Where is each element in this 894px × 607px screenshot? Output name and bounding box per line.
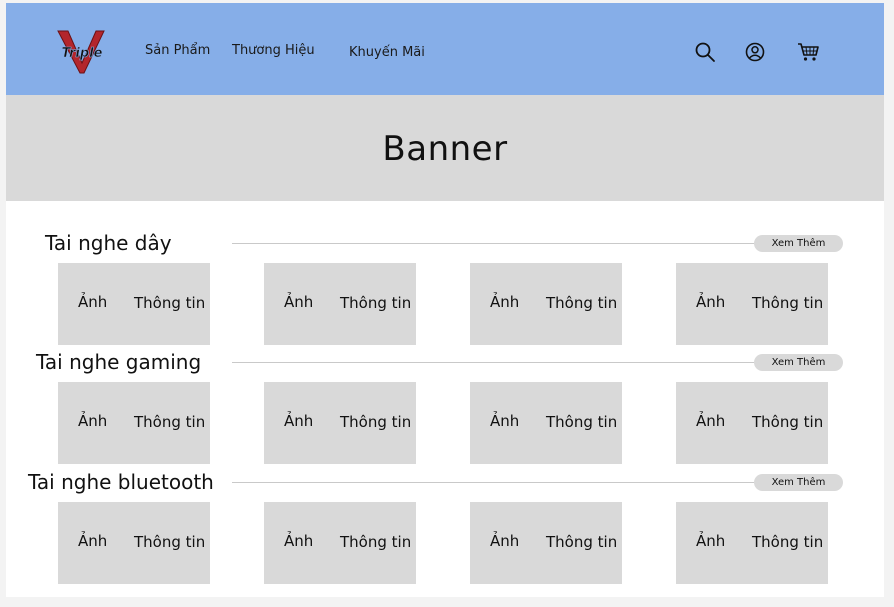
card-info-label: Thông tin — [546, 294, 618, 312]
see-more-button[interactable]: Xem Thêm — [754, 235, 843, 252]
nav-item-promotions[interactable]: Khuyến Mãi — [349, 45, 425, 60]
card-image-label: Ảnh — [78, 293, 108, 311]
nav-item-brands[interactable]: Thương Hiệu — [232, 43, 315, 58]
card-image-label: Ảnh — [284, 293, 314, 311]
section-divider — [232, 362, 832, 363]
section-divider — [232, 482, 832, 483]
section-title: Tai nghe gaming — [36, 350, 202, 374]
card-info-label: Thông tin — [752, 294, 824, 312]
header-bar: Triple Sản Phẩm Thương Hiệu Khuyến Mãi — [6, 3, 884, 95]
section-title: Tai nghe dây — [45, 231, 172, 255]
card-info-label: Thông tin — [340, 533, 412, 551]
card-info-label: Thông tin — [134, 294, 206, 312]
section-bluetooth-headphones: Tai nghe bluetooth Xem Thêm Ảnh Thông ti… — [6, 470, 884, 590]
search-icon[interactable] — [694, 41, 716, 63]
see-more-button[interactable]: Xem Thêm — [754, 354, 843, 371]
product-card[interactable]: Ảnh Thông tin — [58, 382, 210, 464]
card-image-label: Ảnh — [78, 532, 108, 550]
card-info-label: Thông tin — [752, 533, 824, 551]
product-card[interactable]: Ảnh Thông tin — [676, 382, 828, 464]
card-image-label: Ảnh — [78, 412, 108, 430]
card-image-label: Ảnh — [490, 412, 520, 430]
product-card[interactable]: Ảnh Thông tin — [470, 502, 622, 584]
svg-text:Triple: Triple — [62, 46, 103, 61]
product-card[interactable]: Ảnh Thông tin — [264, 502, 416, 584]
card-image-label: Ảnh — [284, 412, 314, 430]
card-info-label: Thông tin — [546, 413, 618, 431]
card-image-label: Ảnh — [490, 532, 520, 550]
banner: Banner — [6, 95, 884, 201]
card-info-label: Thông tin — [546, 533, 618, 551]
card-info-label: Thông tin — [134, 413, 206, 431]
product-card[interactable]: Ảnh Thông tin — [676, 502, 828, 584]
product-card[interactable]: Ảnh Thông tin — [676, 263, 828, 345]
card-info-label: Thông tin — [752, 413, 824, 431]
product-card[interactable]: Ảnh Thông tin — [58, 263, 210, 345]
product-card[interactable]: Ảnh Thông tin — [470, 382, 622, 464]
page: Triple Sản Phẩm Thương Hiệu Khuyến Mãi B… — [6, 3, 884, 597]
product-card[interactable]: Ảnh Thông tin — [264, 263, 416, 345]
user-icon[interactable] — [744, 41, 766, 63]
card-image-label: Ảnh — [696, 293, 726, 311]
card-info-label: Thông tin — [134, 533, 206, 551]
triple-v-logo[interactable]: Triple — [52, 27, 112, 77]
cart-icon[interactable] — [797, 41, 819, 63]
section-gaming-headphones: Tai nghe gaming Xem Thêm Ảnh Thông tin Ả… — [6, 350, 884, 470]
card-image-label: Ảnh — [490, 293, 520, 311]
card-info-label: Thông tin — [340, 294, 412, 312]
card-info-label: Thông tin — [340, 413, 412, 431]
see-more-button[interactable]: Xem Thêm — [754, 474, 843, 491]
logo-graphic: Triple — [57, 30, 105, 74]
section-divider — [232, 243, 832, 244]
card-image-label: Ảnh — [696, 532, 726, 550]
card-image-label: Ảnh — [696, 412, 726, 430]
banner-title: Banner — [382, 129, 508, 169]
nav-item-products[interactable]: Sản Phẩm — [145, 43, 210, 58]
product-card[interactable]: Ảnh Thông tin — [470, 263, 622, 345]
product-card[interactable]: Ảnh Thông tin — [58, 502, 210, 584]
section-wired-headphones: Tai nghe dây Xem Thêm Ảnh Thông tin Ảnh … — [6, 231, 884, 351]
card-image-label: Ảnh — [284, 532, 314, 550]
section-title: Tai nghe bluetooth — [28, 470, 214, 494]
product-card[interactable]: Ảnh Thông tin — [264, 382, 416, 464]
